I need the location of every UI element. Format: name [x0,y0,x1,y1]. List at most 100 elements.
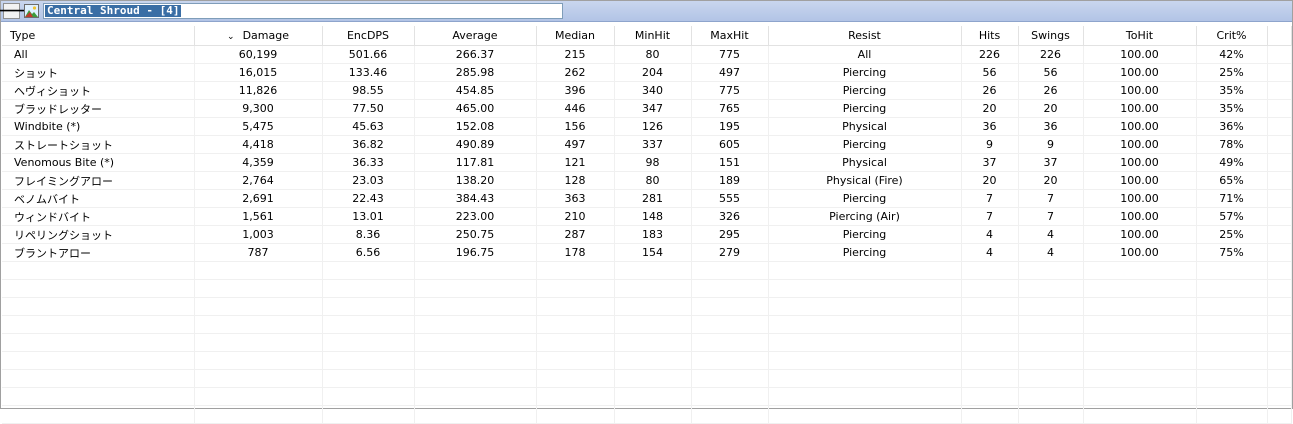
empty-cell [1083,315,1197,334]
cell-resist: All [768,45,962,64]
table-row[interactable]: ブラントアロー 787 6.56 196.75 178 154 279 Piercing 4 4 1… [2,243,1292,262]
cell-damage: 4,359 [194,153,323,172]
column-header-swings[interactable]: Swings [1018,26,1084,46]
cell-hits: 37 [961,153,1019,172]
cell-hits: 7 [961,207,1019,226]
empty-cell [691,405,769,424]
empty-cell [1267,333,1292,352]
empty-cell [1018,369,1084,388]
table-row[interactable]: ショット 16,015 133.46 285.98 262 204 497 Piercing 5… [2,63,1292,82]
column-header-tohit[interactable]: ToHit [1083,26,1197,46]
cell-damage: 1,561 [194,207,323,226]
table-row[interactable]: ヘヴィショット 11,826 98.55 454.85 396 340 775 Piercin… [2,81,1292,100]
empty-cell [1196,297,1268,316]
cell-median: 210 [536,207,615,226]
cell-damage: 787 [194,243,323,262]
empty-cell [961,333,1019,352]
empty-row [2,387,1292,406]
cell-minhit: 183 [614,225,692,244]
table-body: All 60,199 501.66 266.37 215 80 775 All 226 226 10… [2,45,1292,424]
cell-crit-: 71% [1196,189,1268,208]
cell-encdps: 501.66 [322,45,415,64]
empty-cell [1267,315,1292,334]
column-header-encdps[interactable]: EncDPS [322,26,415,46]
cell-swings: 226 [1018,45,1084,64]
empty-cell [322,261,415,280]
column-header-label: MinHit [634,29,671,42]
empty-cell [1267,387,1292,406]
cell-swings: 7 [1018,207,1084,226]
empty-cell [536,333,615,352]
empty-cell [1196,261,1268,280]
empty-cell [691,369,769,388]
empty-cell [961,279,1019,298]
column-header-damage[interactable]: ⌄ Damage [194,26,323,46]
cell-maxhit: 765 [691,99,769,118]
empty-cell [614,261,692,280]
cell-hits: 4 [961,225,1019,244]
empty-cell [1267,351,1292,370]
cell-swings: 4 [1018,225,1084,244]
empty-row [2,279,1292,298]
table-row[interactable]: フレイミングアロー 2,764 23.03 138.20 128 80 189 Physica… [2,171,1292,190]
column-header-label: Swings [1031,29,1070,42]
cell-encdps: 77.50 [322,99,415,118]
column-header-hits[interactable]: Hits [961,26,1019,46]
empty-cell [768,261,962,280]
cell-average: 196.75 [414,243,537,262]
cell-crit-: 25% [1196,63,1268,82]
empty-cell [691,279,769,298]
column-header-average[interactable]: Average [414,26,537,46]
column-header-type[interactable]: Type [2,26,195,46]
cell-crit-: 42% [1196,45,1268,64]
column-header-resist[interactable]: Resist [768,26,962,46]
cell-swings: 26 [1018,81,1084,100]
empty-cell [768,279,962,298]
cell-encdps: 13.01 [322,207,415,226]
cell-median: 497 [536,135,615,154]
empty-cell [1083,261,1197,280]
cell-minhit: 80 [614,45,692,64]
cell-average: 384.43 [414,189,537,208]
empty-cell [614,405,692,424]
column-header-maxhit[interactable]: MaxHit [691,26,769,46]
cell-filler [1267,63,1292,82]
column-header-minhit[interactable]: MinHit [614,26,692,46]
table-row[interactable]: ベノムバイト 2,691 22.43 384.43 363 281 555 Piercing 7… [2,189,1292,208]
table-row[interactable]: All 60,199 501.66 266.37 215 80 775 All 226 226 10… [2,45,1292,64]
empty-cell [614,351,692,370]
column-header-crit-[interactable]: Crit% [1196,26,1268,46]
table-row[interactable]: Venomous Bite (*) 4,359 36.33 117.81 121 98 15… [2,153,1292,172]
cell-filler [1267,135,1292,154]
empty-cell [1196,405,1268,424]
cell-swings: 56 [1018,63,1084,82]
column-header-label: MaxHit [710,29,749,42]
column-header-median[interactable]: Median [536,26,615,46]
table-row[interactable]: ブラッドレッター 9,300 77.50 465.00 446 347 765 Piercin… [2,99,1292,118]
cell-crit-: 49% [1196,153,1268,172]
empty-row [2,333,1292,352]
cell-average: 454.85 [414,81,537,100]
image-icon[interactable] [24,4,39,18]
table-row[interactable]: Windbite (*) 5,475 45.63 152.08 156 126 195 Phy… [2,117,1292,136]
table-row[interactable]: リペリングショット 1,003 8.36 250.75 287 183 295 Piercin… [2,225,1292,244]
empty-cell [194,297,323,316]
cell-crit-: 57% [1196,207,1268,226]
cell-damage: 60,199 [194,45,323,64]
table-header-row: Type ⌄ Damage EncDPS Average Median MinHit MaxH… [2,26,1292,46]
cell-resist: Piercing [768,135,962,154]
cell-hits: 9 [961,135,1019,154]
table-row[interactable]: ストレートショット 4,418 36.82 490.89 497 337 605 Pierci… [2,135,1292,154]
encounter-title-field[interactable]: Central Shroud - [4] [43,3,563,19]
empty-cell [768,333,962,352]
cell-tohit: 100.00 [1083,81,1197,100]
cell-minhit: 340 [614,81,692,100]
column-header-label: ToHit [1125,29,1154,42]
cell-median: 128 [536,171,615,190]
cell-median: 446 [536,99,615,118]
empty-cell [536,351,615,370]
empty-cell [1018,297,1084,316]
back-arrow-icon[interactable]: 🡐 [0,3,30,19]
table-row[interactable]: ウィンドバイト 1,561 13.01 223.00 210 148 326 Piercing… [2,207,1292,226]
cell-swings: 36 [1018,117,1084,136]
